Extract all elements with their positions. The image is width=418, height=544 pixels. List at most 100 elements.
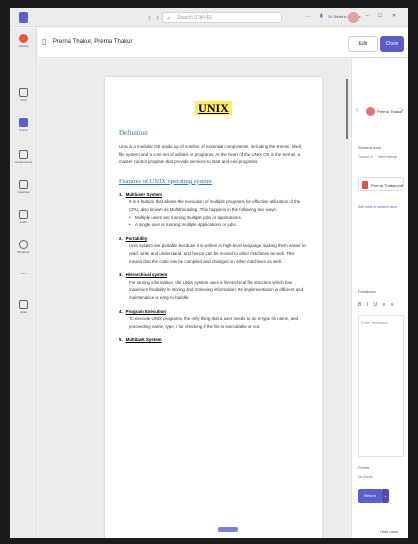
feature-section: 5. Multitask System: [119, 336, 308, 344]
rail-item-label: Teams: [19, 128, 28, 132]
feature-bullet: Multiple users are running multiple jobs…: [119, 214, 308, 222]
feature-title: Multiuser System: [125, 191, 163, 197]
previous-student-icon[interactable]: ‹: [356, 107, 358, 114]
feature-section: 1. Multiuser System It is a feature that a…: [119, 191, 308, 229]
maximize-icon[interactable]: ☐: [378, 13, 382, 19]
app-rail: Activity Chat Teams Assignments Calendar…: [10, 28, 37, 538]
feedback-label: Feedback: [358, 289, 376, 294]
turned-in-status: Turned in: [358, 155, 373, 159]
document-page: UNIX Definition Unix is a modular OS mad…: [105, 77, 322, 538]
feature-section: 3. Hierarchical system For storing informa…: [119, 271, 308, 301]
student-switcher[interactable]: ‹ Prerna Thakur ›: [356, 105, 406, 119]
file-icon: ▯: [42, 37, 47, 46]
rail-item-apps[interactable]: Apps: [10, 300, 37, 314]
org-icon: ▮: [320, 13, 323, 19]
vertical-scrollbar[interactable]: [346, 79, 348, 139]
next-student-icon[interactable]: ›: [401, 107, 403, 114]
features-heading: Features of UNIX operating system: [119, 177, 212, 185]
feature-number: 1.: [119, 191, 123, 197]
feature-bullet: A single user is running multiple applic…: [119, 221, 308, 229]
feature-number: 3.: [119, 272, 123, 278]
teams-window: ‹ › ⌕ Search (Ctrl+E) ... ▮ St. Bede's C…: [10, 8, 408, 538]
view-history-link[interactable]: View history: [378, 155, 397, 159]
feedback-format-toolbar[interactable]: B I U ≡ ≡: [358, 302, 396, 308]
rail-item-activity[interactable]: Activity: [10, 34, 37, 48]
phone-icon: [19, 210, 28, 219]
feature-heading: 1. Multiuser System: [119, 191, 308, 199]
rail-item-label: Chat: [20, 98, 27, 102]
feature-heading: 4. Program Execution: [119, 308, 308, 316]
rail-item-more[interactable]: ...: [10, 269, 37, 276]
edit-button[interactable]: Edit: [348, 36, 378, 52]
user-avatar[interactable]: [348, 12, 359, 23]
calendar-icon: [19, 180, 28, 189]
feature-number: 5.: [119, 337, 123, 343]
feature-title: Multitask System: [125, 337, 162, 343]
screenshot-frame: ‹ › ⌕ Search (Ctrl+E) ... ▮ St. Bede's C…: [0, 0, 418, 544]
student-name: Prerna Thakur: [377, 109, 403, 114]
feature-number: 2.: [119, 235, 123, 241]
feature-heading: 2. Portability: [119, 235, 308, 243]
bell-icon: [19, 34, 28, 43]
page-indicator: [218, 527, 238, 532]
page-title: Prerna Thakur, Prerna Thakur: [53, 39, 133, 45]
return-options-icon[interactable]: ⌄: [382, 489, 389, 503]
feature-title: Hierarchical system: [125, 272, 168, 278]
rail-item-label: Activity: [18, 44, 29, 48]
more-menu-button[interactable]: ...: [306, 13, 310, 19]
pdf-icon: [362, 181, 368, 189]
search-placeholder: Search (Ctrl+E): [177, 15, 212, 21]
back-arrow-icon[interactable]: ‹: [148, 12, 151, 22]
feature-section: 4. Program Execution To execute UNIX progr…: [119, 308, 308, 331]
rail-item-label: Calendar: [17, 190, 30, 194]
feature-body: It is a feature that allows the executio…: [129, 199, 301, 212]
features-list: 1. Multiuser System It is a feature that a…: [119, 191, 308, 344]
feature-number: 4.: [119, 308, 123, 314]
assignments-icon: [19, 150, 28, 159]
search-input[interactable]: ⌕ Search (Ctrl+E): [162, 12, 282, 23]
student-work-label: Student work: [358, 145, 382, 150]
document-title: UNIX: [119, 99, 308, 117]
rail-item-calls[interactable]: Calls: [10, 210, 37, 224]
teams-icon: [19, 118, 28, 127]
feature-body: For storing information, the UNIX system…: [129, 279, 303, 300]
points-value[interactable]: No points: [358, 475, 373, 479]
document-viewer[interactable]: UNIX Definition Unix is a modular OS mad…: [38, 59, 350, 538]
rail-item-chat[interactable]: Chat: [10, 88, 37, 102]
feature-body: Unix system are portable because it is w…: [129, 243, 306, 264]
return-button[interactable]: Return: [358, 489, 382, 503]
feature-section: 2. Portability Unix system are portable be…: [119, 235, 308, 265]
feature-title: Program Execution: [125, 308, 166, 314]
document-title-text: UNIX: [195, 101, 232, 115]
rail-item-label: Apps: [20, 310, 27, 314]
rail-item-label: Calls: [20, 220, 27, 224]
rail-item-teams[interactable]: Teams: [10, 118, 37, 132]
feature-title: Portability: [125, 235, 148, 241]
hide-pane-button[interactable]: Hide pane: [380, 529, 398, 534]
chat-icon: [19, 88, 28, 97]
feature-heading: 5. Multitask System: [119, 336, 308, 344]
teams-logo-icon: [19, 12, 28, 23]
feedback-placeholder: Enter feedback: [361, 320, 388, 325]
rail-item-onedrive[interactable]: OneDrive: [10, 240, 37, 254]
student-view-link[interactable]: See edits in student view: [358, 205, 397, 209]
definition-heading: Definition: [119, 129, 148, 137]
file-name: Prerna Thakur.pdf: [371, 183, 403, 188]
forward-arrow-icon[interactable]: ›: [156, 12, 159, 22]
apps-icon: [19, 300, 28, 309]
feature-body: To execute UNIX programs, the only thing…: [129, 316, 298, 329]
points-label: Points: [358, 465, 370, 470]
search-icon: ⌕: [167, 16, 171, 22]
rail-item-calendar[interactable]: Calendar: [10, 180, 37, 194]
submitted-file[interactable]: Prerna Thakur.pdf: [358, 177, 404, 191]
definition-text: Unix is a modular OS made up of number o…: [119, 144, 303, 165]
feedback-input[interactable]: Enter feedback: [358, 315, 404, 457]
cloud-icon: [19, 240, 28, 249]
feature-heading: 3. Hierarchical system: [119, 271, 308, 279]
rail-item-assignments[interactable]: Assignments: [10, 150, 37, 164]
rail-item-label: OneDrive: [17, 250, 30, 254]
close-button[interactable]: Close: [380, 36, 404, 52]
minimize-icon[interactable]: –: [366, 13, 369, 19]
close-window-icon[interactable]: ✕: [392, 13, 396, 19]
student-avatar: [366, 107, 375, 116]
